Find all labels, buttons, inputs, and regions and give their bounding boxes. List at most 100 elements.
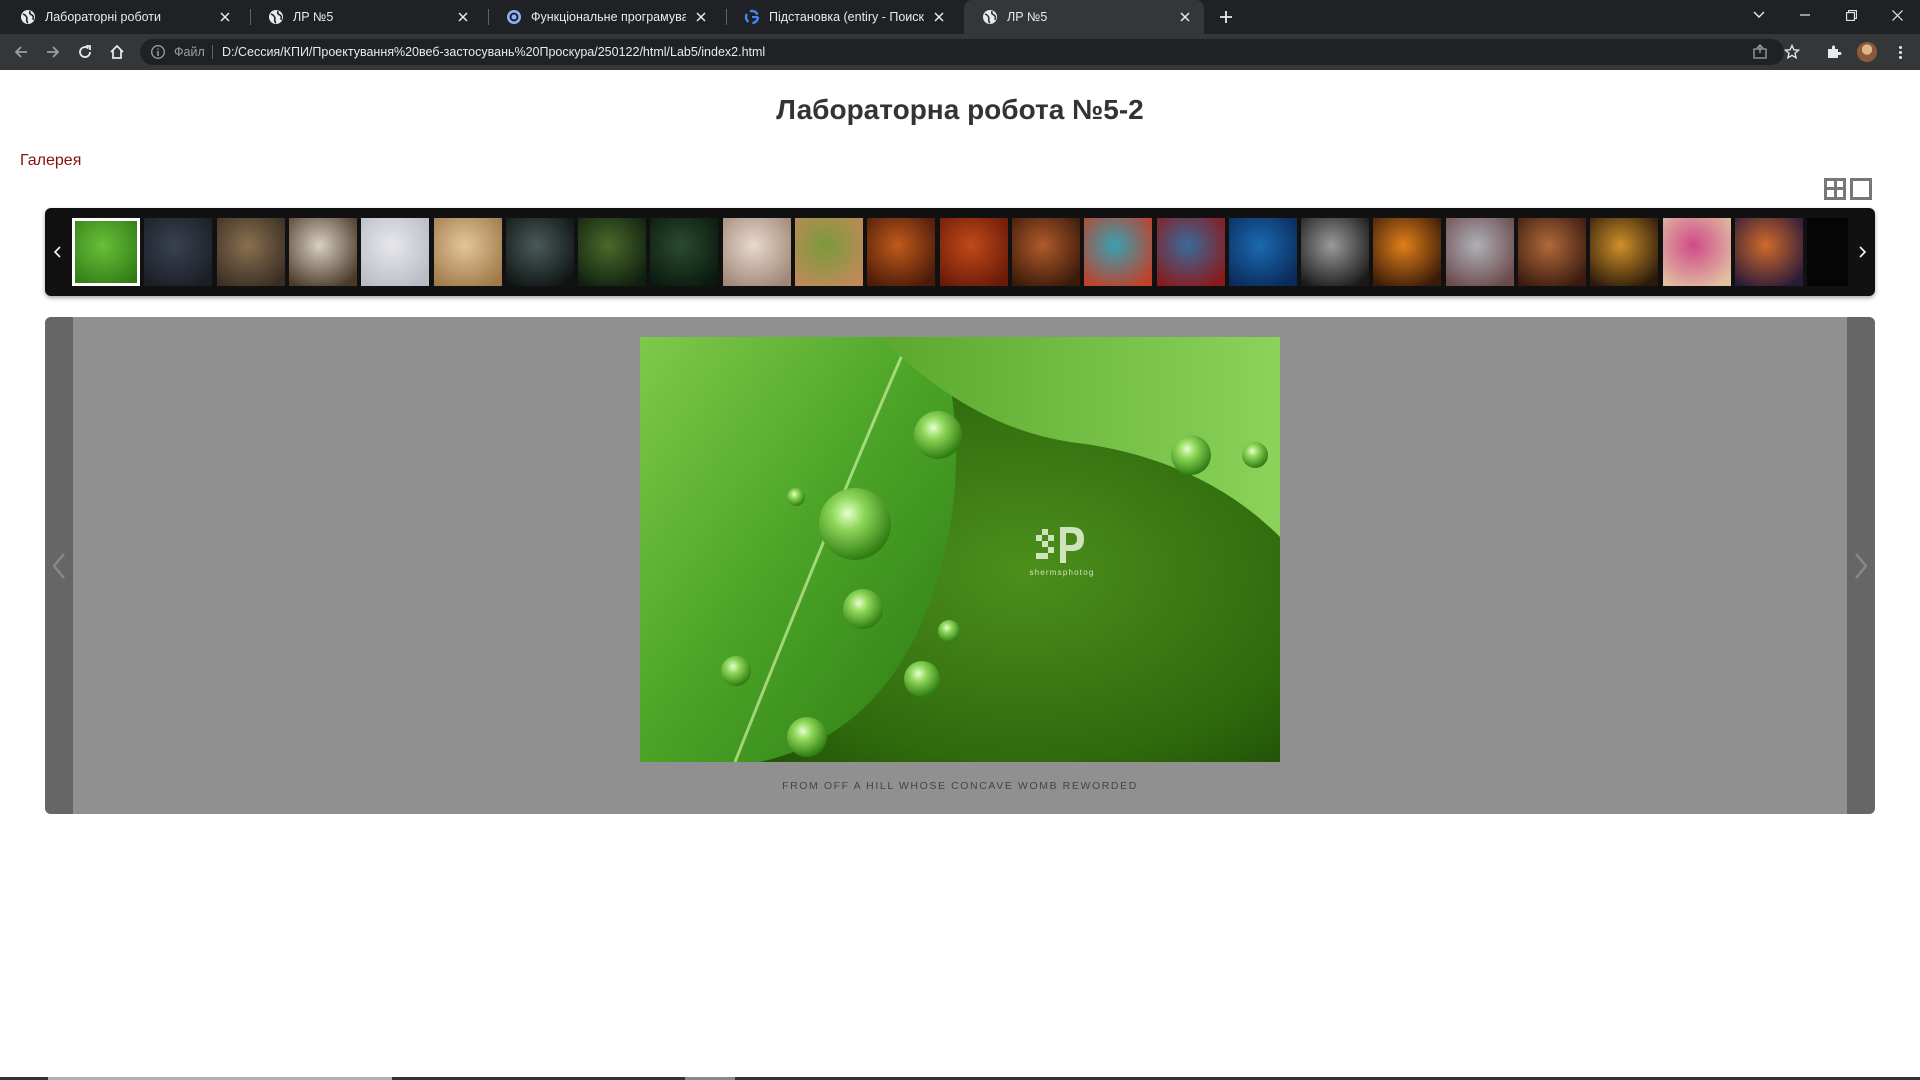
menu-dot [1898,55,1902,59]
water-drop [787,488,805,506]
minimize-icon [1800,14,1810,16]
close-icon[interactable] [930,8,948,26]
profile-avatar[interactable] [1857,42,1877,62]
plus-icon [1220,11,1232,23]
gallery-thumbnail[interactable] [1157,218,1225,286]
url-scheme-label: Файл [174,45,205,59]
tab-title: Лабораторні роботи [45,10,161,24]
thumbnails-next-button[interactable] [1849,208,1875,296]
gallery-thumbnail[interactable] [1446,218,1514,286]
globe-icon [983,10,997,24]
info-icon[interactable] [150,44,166,60]
gallery-thumbnail[interactable] [1807,218,1848,286]
tab-functional-programming[interactable]: Функціональне програмування [488,0,720,34]
water-drop [914,411,962,459]
water-drop [938,620,960,642]
app-icon [507,10,521,24]
water-drop [1171,435,1211,475]
tab-search-button[interactable] [1736,0,1782,30]
water-drop [819,488,891,560]
thumbnail-list [72,218,1848,286]
tab-lr5[interactable]: ЛР №5 [250,0,482,34]
reload-button[interactable] [73,40,97,64]
menu-dot [1898,45,1902,49]
restore-icon [1845,9,1857,21]
page-title: Лабораторна робота №5-2 [776,94,1144,125]
gallery-thumbnail[interactable] [434,218,502,286]
thumbnails-prev-button[interactable] [45,208,71,296]
back-button[interactable] [9,40,33,64]
watermark-text: shermsphotog [1029,568,1094,577]
gallery-thumbnail[interactable] [1518,218,1586,286]
home-icon [110,44,124,59]
globe-icon [269,10,283,24]
tab-lr5-active[interactable]: ЛР №5 [964,0,1204,34]
gallery-thumbnail[interactable] [723,218,791,286]
image-viewer: shermsphotog FROM OFF A HILL WHOSE CONCA… [45,317,1875,814]
gallery-thumbnail[interactable] [1229,218,1297,286]
restore-button[interactable] [1828,0,1874,30]
gallery-link[interactable]: Галерея [20,152,81,170]
gallery-thumbnail[interactable] [1012,218,1080,286]
gallery-thumbnail[interactable] [1663,218,1731,286]
url-divider [212,45,213,59]
gallery-thumbnail[interactable] [1084,218,1152,286]
gallery-thumbnail[interactable] [1301,218,1369,286]
thumbnail-strip [45,208,1875,296]
gallery-thumbnail[interactable] [1735,218,1803,286]
tab-title: ЛР №5 [1007,10,1048,24]
next-image-button[interactable] [1847,317,1875,814]
extensions-button[interactable] [1824,42,1844,62]
water-drop [904,661,940,697]
tab-strip: Лабораторні роботи ЛР №5 Функціональне п… [0,0,1920,34]
page-content: Лабораторна робота №5-2 Галерея shermsph… [0,70,1920,1080]
gallery-thumbnail[interactable] [506,218,574,286]
google-icon [744,9,760,25]
forward-button[interactable] [41,40,65,64]
gallery-thumbnail[interactable] [650,218,718,286]
grid-view-toggle[interactable] [1824,178,1846,200]
chevron-down-icon [1753,11,1765,18]
new-tab-button[interactable] [1214,5,1238,29]
bookmark-star-icon[interactable] [1784,44,1800,60]
close-icon [1891,9,1903,21]
gallery-thumbnail[interactable] [940,218,1008,286]
arrow-right-icon [47,46,60,58]
water-drop [843,589,883,629]
close-icon[interactable] [454,8,472,26]
tab-title: Підстановка (entiry - Поиск в Google [769,10,924,24]
globe-icon [21,10,35,24]
gallery-thumbnail[interactable] [1590,218,1658,286]
browser-menu-button[interactable] [1890,42,1910,62]
gallery-thumbnail[interactable] [289,218,357,286]
share-icon[interactable] [1752,44,1768,60]
gallery-thumbnail[interactable] [1373,218,1441,286]
tab-lab-works[interactable]: Лабораторні роботи [2,0,244,34]
single-view-toggle[interactable] [1850,178,1872,200]
close-icon[interactable] [1176,8,1194,26]
tab-title: Функціональне програмування [531,10,686,24]
gallery-thumbnail[interactable] [795,218,863,286]
home-button[interactable] [105,40,129,64]
url-text[interactable]: D:/Сессия/КПИ/Проектування%20веб-застосу… [222,45,765,59]
gallery-thumbnail[interactable] [361,218,429,286]
gallery-thumbnail[interactable] [578,218,646,286]
close-window-button[interactable] [1874,0,1920,30]
minimize-button[interactable] [1782,0,1828,30]
puzzle-icon [1828,45,1842,58]
tab-google-search[interactable]: Підстановка (entiry - Поиск в Google [726,0,958,34]
main-image[interactable]: shermsphotog [640,337,1280,762]
address-bar[interactable]: Файл D:/Сессия/КПИ/Проектування%20веб-за… [140,39,1800,65]
image-caption: FROM OFF A HILL WHOSE CONCAVE WOMB REWOR… [782,780,1138,792]
gallery-thumbnail[interactable] [72,218,140,286]
chevron-left-icon [54,246,61,258]
close-icon[interactable] [216,8,234,26]
reload-icon [79,45,91,58]
gallery-thumbnail[interactable] [867,218,935,286]
close-icon[interactable] [692,8,710,26]
gallery-thumbnail[interactable] [217,218,285,286]
browser-toolbar: Файл D:/Сессия/КПИ/Проектування%20веб-за… [0,34,1920,70]
gallery-thumbnail[interactable] [144,218,212,286]
tab-title: ЛР №5 [293,10,334,24]
previous-image-button[interactable] [45,317,73,814]
